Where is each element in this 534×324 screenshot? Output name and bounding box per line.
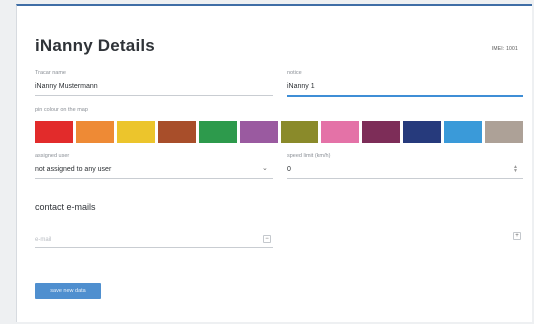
swatch-plum[interactable] [362, 121, 401, 143]
speed-limit-input[interactable]: 0 [287, 166, 291, 173]
assigned-user-select[interactable]: not assigned to any user [35, 166, 111, 173]
swatch-pink[interactable] [321, 121, 360, 143]
swatch-sky-blue[interactable] [444, 121, 483, 143]
swatch-yellow[interactable] [116, 121, 155, 143]
swatch-orange[interactable] [75, 121, 114, 143]
swatch-violet[interactable] [239, 121, 278, 143]
remove-email-button[interactable]: − [263, 235, 271, 243]
chevron-down-icon[interactable]: ⌄ [262, 164, 268, 172]
email-underline [35, 247, 273, 248]
tracar-name-underline [35, 95, 273, 96]
speed-limit-label: speed limit (km/h) [287, 153, 331, 159]
page-title: iNanny Details [35, 36, 155, 55]
pin-colour-palette [35, 121, 524, 143]
pin-colour-label: pin colour on the map [35, 107, 88, 113]
assigned-user-underline [35, 178, 273, 179]
swatch-green[interactable] [198, 121, 237, 143]
notice-underline [287, 95, 523, 97]
swatch-red[interactable] [35, 121, 73, 143]
notice-input[interactable]: iNanny 1 [287, 83, 315, 90]
notice-label: notice [287, 70, 302, 76]
swatch-olive[interactable] [280, 121, 319, 143]
imei-label: IMEI: 1001 [491, 46, 518, 52]
tracar-name-label: Tracar name [35, 70, 66, 76]
save-button[interactable]: save new data [35, 283, 101, 299]
speed-limit-underline [287, 178, 523, 179]
add-email-button[interactable]: + [513, 232, 521, 240]
swatch-rust[interactable] [157, 121, 196, 143]
swatch-taupe[interactable] [485, 121, 524, 143]
swatch-navy[interactable] [403, 121, 442, 143]
device-details-card: iNanny Details IMEI: 1001 Tracar name iN… [16, 4, 532, 322]
contact-emails-heading: contact e-mails [35, 202, 96, 212]
email-input[interactable]: e-mail [35, 237, 51, 243]
assigned-user-label: assigned user [35, 153, 70, 159]
number-stepper-icon[interactable]: ▲ ▼ [513, 165, 518, 174]
tracar-name-input[interactable]: iNanny Mustermann [35, 83, 98, 90]
